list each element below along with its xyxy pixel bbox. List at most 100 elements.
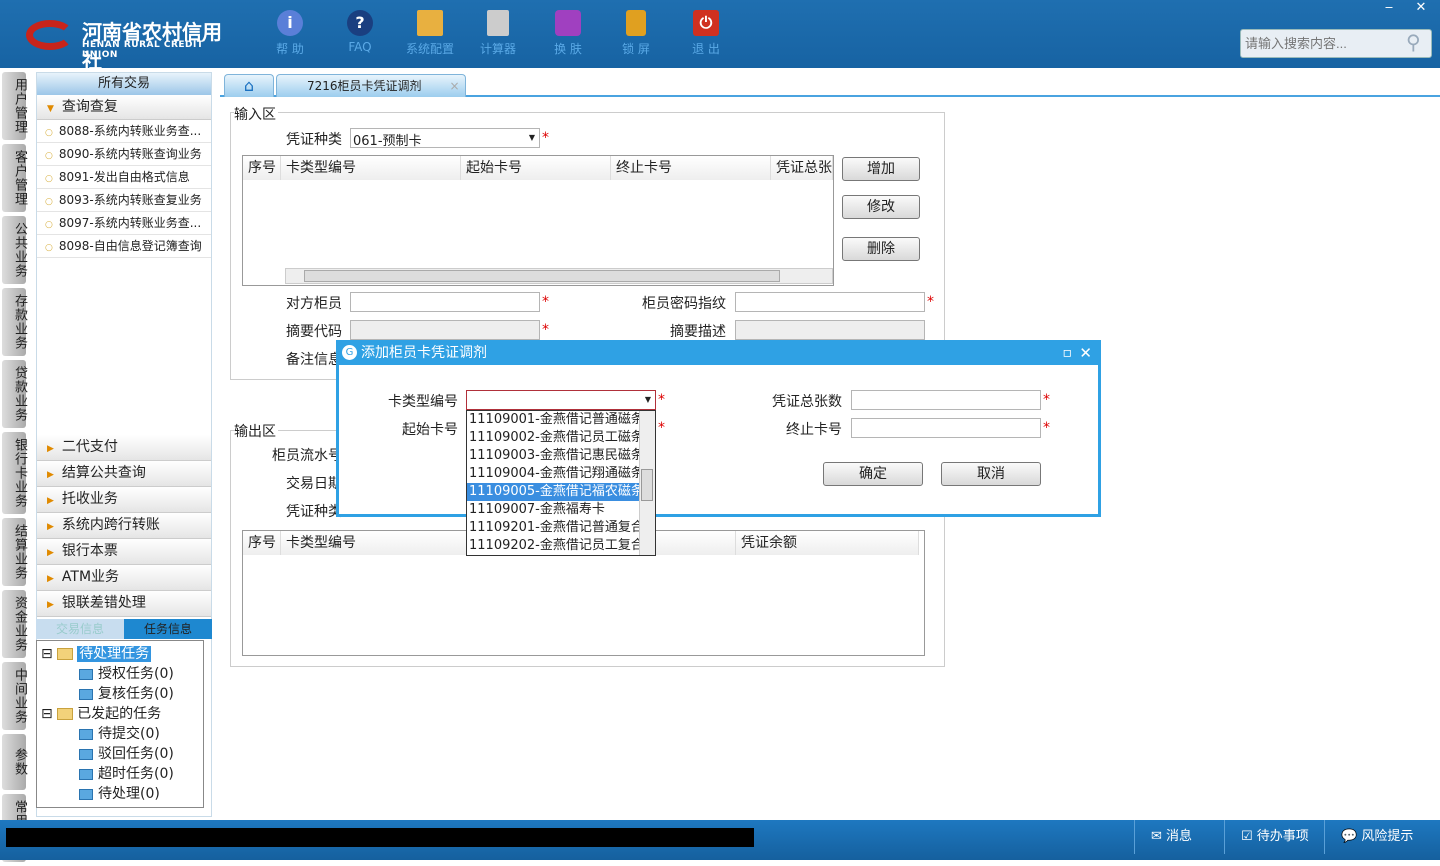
other-teller-input[interactable] bbox=[350, 292, 540, 312]
vtab-params[interactable]: 参数 bbox=[2, 734, 27, 790]
task-icon bbox=[79, 788, 93, 800]
sidebar-header: 所有交易 bbox=[37, 73, 211, 95]
info-tabs: 交易信息 任务信息 bbox=[36, 619, 212, 639]
summary-code-input[interactable] bbox=[350, 320, 540, 340]
dropdown-option[interactable]: 11109003-金燕借记惠民磁条 bbox=[467, 447, 640, 465]
list-item[interactable]: ○ 8090-系统内转账查询业务 bbox=[37, 143, 211, 166]
vtab-bank-card[interactable]: 银行卡业务 bbox=[2, 432, 27, 514]
dialog-titlebar: G 添加柜员卡凭证调剂 ▫ ✕ bbox=[339, 343, 1098, 365]
dropdown-option[interactable]: 11109004-金燕借记翔通磁条 bbox=[467, 465, 640, 483]
group-item[interactable]: ▶ ATM业务 bbox=[37, 565, 211, 591]
col-header: 序号 bbox=[243, 156, 281, 180]
summary-code-label: 摘要代码 bbox=[286, 324, 342, 340]
group-item[interactable]: ▶ 结算公共查询 bbox=[37, 461, 211, 487]
horizontal-scrollbar[interactable] bbox=[285, 268, 833, 284]
dropdown-option[interactable]: 11109202-金燕借记员工复合 bbox=[467, 537, 640, 555]
vtab-settlement[interactable]: 结算业务 bbox=[2, 518, 27, 586]
card-type-select[interactable]: ▼ bbox=[466, 390, 656, 410]
tree-node[interactable]: 复核任务(0) bbox=[79, 683, 174, 703]
serial-label: 柜员流水号 bbox=[272, 448, 342, 464]
required-mark: * bbox=[542, 322, 549, 338]
list-item[interactable]: ○ 8088-系统内转账业务查... bbox=[37, 120, 211, 143]
group-item[interactable]: ▶ 银联差错处理 bbox=[37, 591, 211, 617]
dropdown-option[interactable]: 11109007-金燕福寿卡 bbox=[467, 501, 640, 519]
tree-node[interactable]: 待提交(0) bbox=[79, 723, 160, 743]
voucher-type-label: 凭证种类 bbox=[286, 132, 342, 148]
vtab-customer-mgmt[interactable]: 客户管理 bbox=[2, 144, 27, 212]
list-item[interactable]: ○ 8097-系统内转账业务查... bbox=[37, 212, 211, 235]
dropdown-option[interactable]: 11109002-金燕借记员工磁条 bbox=[467, 429, 640, 447]
tree-node[interactable]: ⊟ 已发起的任务 bbox=[41, 703, 161, 723]
dropdown-option[interactable]: 11109201-金燕借记普通复合 bbox=[467, 519, 640, 537]
teller-pwd-input[interactable] bbox=[735, 292, 925, 312]
close-icon[interactable]: ✕ bbox=[1079, 343, 1092, 363]
calculator-icon bbox=[487, 10, 509, 36]
home-tab[interactable]: ⌂ bbox=[224, 74, 274, 97]
tree-node[interactable]: 授权任务(0) bbox=[79, 663, 174, 683]
add-button[interactable]: 增加 bbox=[842, 157, 920, 181]
maximize-icon[interactable]: ▫ bbox=[1063, 343, 1073, 363]
end-no-input[interactable] bbox=[851, 418, 1041, 438]
skin-button[interactable]: 换 肤 bbox=[538, 10, 598, 57]
vtab-fund[interactable]: 资金业务 bbox=[2, 590, 27, 658]
list-item[interactable]: ○ 8091-发出自由格式信息 bbox=[37, 166, 211, 189]
lock-screen-button[interactable]: 锁 屏 bbox=[606, 10, 666, 57]
summary-desc-input[interactable] bbox=[735, 320, 925, 340]
group-item[interactable]: ▶ 托收业务 bbox=[37, 487, 211, 513]
dropdown-scrollbar[interactable] bbox=[639, 411, 655, 555]
total-input[interactable] bbox=[851, 390, 1041, 410]
start-no-label: 起始卡号 bbox=[402, 422, 458, 438]
todo-button[interactable]: ☑ 待办事项 bbox=[1224, 820, 1324, 854]
minimize-button[interactable]: ‒ bbox=[1374, 0, 1404, 15]
tab-bar: ⌂ 7216柜员卡凭证调剂 × bbox=[220, 72, 1440, 97]
task-tree: ⊟ 待处理任务 授权任务(0) 复核任务(0) ⊟ 已发起的任务 待提交(0) … bbox=[36, 640, 204, 808]
tree-node[interactable]: 待处理(0) bbox=[79, 783, 160, 803]
calculator-button[interactable]: 计算器 bbox=[468, 10, 528, 57]
vtab-loan[interactable]: 贷款业务 bbox=[2, 360, 27, 428]
system-config-button[interactable]: 系统配置 bbox=[400, 10, 460, 57]
tree-node[interactable]: 驳回任务(0) bbox=[79, 743, 174, 763]
list-item[interactable]: ○ 8093-系统内转账查复业务 bbox=[37, 189, 211, 212]
date-label: 交易日期 bbox=[286, 476, 342, 492]
search-input[interactable] bbox=[1240, 29, 1432, 58]
exit-button[interactable]: ⏻ 退 出 bbox=[676, 10, 736, 57]
task-icon bbox=[79, 748, 93, 760]
close-window-button[interactable]: ✕ bbox=[1406, 0, 1436, 15]
checkbox-icon: ☑ bbox=[1241, 829, 1257, 844]
group-item[interactable]: ▶ 二代支付 bbox=[37, 435, 211, 461]
dropdown-option[interactable]: 11109001-金燕借记普通磁条 bbox=[467, 411, 640, 429]
vtab-user-mgmt[interactable]: 用户管理 bbox=[2, 72, 27, 140]
delete-button[interactable]: 删除 bbox=[842, 237, 920, 261]
cancel-button[interactable]: 取消 bbox=[941, 462, 1041, 486]
envelope-icon: ✉ bbox=[1151, 829, 1167, 844]
group-item[interactable]: ▶ 系统内跨行转账 bbox=[37, 513, 211, 539]
list-item[interactable]: ○ 8098-自由信息登记簿查询 bbox=[37, 235, 211, 258]
voucher-type-select[interactable]: 061-预制卡 ▼ bbox=[350, 128, 540, 149]
tree-node[interactable]: 超时任务(0) bbox=[79, 763, 174, 783]
ok-button[interactable]: 确定 bbox=[823, 462, 923, 486]
task-icon bbox=[79, 768, 93, 780]
dropdown-option-highlighted[interactable]: 11109005-金燕借记福农磁条 bbox=[467, 483, 640, 501]
faq-button[interactable]: ? FAQ bbox=[330, 10, 390, 54]
total-label: 凭证总张数 bbox=[772, 394, 842, 410]
vtab-deposit[interactable]: 存款业务 bbox=[2, 288, 27, 356]
required-mark: * bbox=[1043, 420, 1050, 436]
risk-alert-button[interactable]: 💬 风险提示 bbox=[1324, 820, 1440, 854]
group-query[interactable]: ▼ 查询查复 bbox=[37, 95, 211, 120]
power-icon: ⏻ bbox=[693, 10, 719, 36]
vtab-public[interactable]: 公共业务 bbox=[2, 216, 27, 284]
col-header: 凭证余额 bbox=[736, 531, 919, 555]
group-item[interactable]: ▶ 银行本票 bbox=[37, 539, 211, 565]
tab-7216[interactable]: 7216柜员卡凭证调剂 × bbox=[276, 74, 466, 97]
tab-transaction-info[interactable]: 交易信息 bbox=[36, 619, 124, 639]
vtab-intermediary[interactable]: 中间业务 bbox=[2, 662, 27, 730]
messages-button[interactable]: ✉ 消息 bbox=[1134, 820, 1224, 854]
help-button[interactable]: i帮 助 bbox=[260, 10, 320, 57]
task-icon bbox=[79, 688, 93, 700]
search-icon[interactable]: ⚲ bbox=[1406, 30, 1421, 54]
edit-button[interactable]: 修改 bbox=[842, 195, 920, 219]
tree-node[interactable]: ⊟ 待处理任务 bbox=[41, 643, 152, 663]
folder-icon bbox=[57, 708, 74, 720]
close-tab-icon[interactable]: × bbox=[450, 79, 460, 93]
tab-task-info[interactable]: 任务信息 bbox=[124, 619, 212, 639]
